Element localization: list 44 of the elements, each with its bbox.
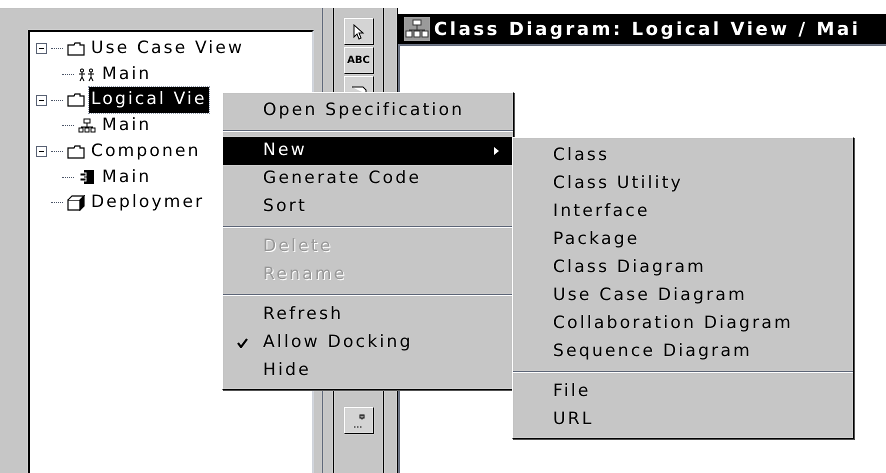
menu-item[interactable]: Class Diagram <box>513 254 853 282</box>
folder-icon <box>67 42 85 56</box>
menu-item[interactable]: Sequence Diagram <box>513 338 853 366</box>
menu-item[interactable]: Use Case Diagram <box>513 282 853 310</box>
menu-item[interactable]: Generate Code <box>223 165 513 193</box>
tree-item[interactable]: Deploymer <box>89 190 206 216</box>
collapse-toggle[interactable] <box>36 43 47 54</box>
dotted-anchor-icon <box>352 414 366 428</box>
tool-button[interactable] <box>344 18 374 45</box>
menu-item[interactable]: Package <box>513 226 853 254</box>
tree-item[interactable]: Main <box>100 113 154 139</box>
collapse-toggle[interactable] <box>36 94 47 106</box>
menu-item[interactable]: URL <box>513 406 853 434</box>
tree-item[interactable]: Use Case View <box>89 36 246 62</box>
tool-button[interactable] <box>344 407 374 434</box>
tree-item[interactable]: Main <box>100 62 154 88</box>
cube-icon <box>67 194 85 211</box>
class-diagram-icon <box>78 118 96 134</box>
menu-item[interactable]: File <box>513 378 853 406</box>
tree-item[interactable]: Logical Vie <box>89 87 209 113</box>
actors-icon <box>78 68 96 82</box>
pointer-icon <box>352 24 364 40</box>
menu-item[interactable]: Open Specification <box>223 97 513 125</box>
tree-item[interactable]: Componen <box>89 138 203 164</box>
menu-item[interactable]: Allow Docking <box>223 329 513 357</box>
text-tool-label: ABC <box>347 54 370 68</box>
menu-item[interactable]: New <box>223 137 513 165</box>
folder-icon <box>67 144 85 159</box>
folder-icon <box>67 93 85 108</box>
submenu-arrow-icon <box>494 147 499 155</box>
menu-item[interactable]: Interface <box>513 198 853 226</box>
tool-button[interactable]: ABC <box>344 47 374 74</box>
tree-item[interactable]: Main <box>100 164 154 190</box>
class-diagram-icon <box>404 17 430 41</box>
component-icon <box>78 169 96 186</box>
menu-item[interactable]: Hide <box>223 357 513 385</box>
window-title: Class Diagram: Logical View / Mai <box>434 18 861 42</box>
menu-item[interactable]: Collaboration Diagram <box>513 310 853 338</box>
check-icon <box>237 338 248 348</box>
menu-item[interactable]: Class Utility <box>513 170 853 198</box>
menu-item[interactable]: Refresh <box>223 301 513 329</box>
menu-item[interactable]: Sort <box>223 193 513 221</box>
collapse-toggle[interactable] <box>36 146 47 158</box>
menu-item[interactable]: Class <box>513 142 853 170</box>
